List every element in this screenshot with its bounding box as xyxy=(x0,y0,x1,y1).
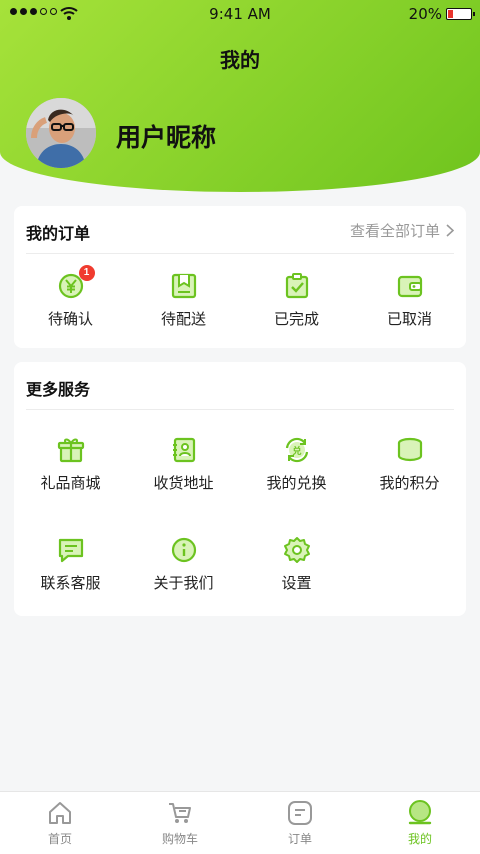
service-label: 关于我们 xyxy=(153,574,214,592)
my-orders-title: 我的订单 xyxy=(26,220,91,246)
status-bar: 9:41 AM 20% xyxy=(0,0,480,28)
view-all-orders-link[interactable]: 查看全部订单 xyxy=(350,220,454,241)
service-label: 我的兑换 xyxy=(266,474,327,492)
page-title: 我的 xyxy=(220,48,260,72)
yen-coin-icon: 1 xyxy=(57,265,95,300)
wallet-icon xyxy=(396,272,424,300)
order-list-icon xyxy=(287,800,313,826)
my-orders-card: 我的订单 查看全部订单 1 待确认 待配送 已完成 已取消 xyxy=(14,206,466,348)
tab-cart[interactable]: 购物车 xyxy=(120,800,240,847)
battery-percent: 20% xyxy=(408,5,442,23)
settings-gear-icon xyxy=(283,536,311,564)
pending-count-badge: 1 xyxy=(78,265,95,281)
my-orders-header: 我的订单 查看全部订单 xyxy=(26,206,454,254)
order-status-label: 待配送 xyxy=(160,310,206,328)
service-about-us[interactable]: 关于我们 xyxy=(127,536,240,593)
exchange-icon: 兑 xyxy=(283,436,311,464)
tab-label: 首页 xyxy=(47,832,72,846)
service-contact-support[interactable]: 联系客服 xyxy=(14,536,127,593)
tab-home[interactable]: 首页 xyxy=(0,800,120,847)
service-shipping-address[interactable]: 收货地址 xyxy=(127,436,240,493)
more-services-header: 更多服务 xyxy=(26,362,454,410)
chat-icon xyxy=(57,536,85,564)
service-settings[interactable]: 设置 xyxy=(240,536,353,593)
avatar[interactable] xyxy=(26,98,96,168)
service-label: 我的积分 xyxy=(379,474,440,492)
battery-indicator: 20% xyxy=(408,5,475,23)
tab-profile[interactable]: 我的 xyxy=(360,800,480,847)
battery-icon xyxy=(446,8,475,20)
service-gift-mall[interactable]: 礼品商城 xyxy=(14,436,127,493)
home-icon xyxy=(47,800,73,826)
tab-label: 购物车 xyxy=(161,832,198,846)
service-my-exchange[interactable]: 兑 我的兑换 xyxy=(240,436,353,493)
more-services-card: 更多服务 礼品商城 收货地址 兑 我的兑换 我的积分 联系客服 关于我们 设置 xyxy=(14,362,466,616)
address-book-icon xyxy=(170,436,198,464)
profile-icon xyxy=(407,800,433,826)
bottom-tab-bar: 首页 购物车 订单 我的 xyxy=(0,791,480,854)
order-cancelled[interactable]: 已取消 xyxy=(353,272,466,329)
service-label: 设置 xyxy=(281,574,312,592)
order-completed[interactable]: 已完成 xyxy=(240,272,353,329)
service-label: 收货地址 xyxy=(153,474,214,492)
order-pending-delivery[interactable]: 待配送 xyxy=(127,272,240,329)
more-services-title: 更多服务 xyxy=(26,376,91,402)
svg-text:兑: 兑 xyxy=(292,445,301,457)
service-label: 联系客服 xyxy=(40,574,101,592)
gift-icon xyxy=(57,436,85,464)
tab-orders[interactable]: 订单 xyxy=(240,800,360,847)
view-all-orders-label: 查看全部订单 xyxy=(349,222,440,240)
delivery-box-icon xyxy=(170,272,198,300)
service-my-points[interactable]: 我的积分 xyxy=(353,436,466,493)
cart-icon xyxy=(167,800,193,826)
order-pending-confirm[interactable]: 1 待确认 xyxy=(14,265,127,329)
order-status-label: 已取消 xyxy=(386,310,432,328)
tab-label: 订单 xyxy=(287,832,312,846)
info-icon xyxy=(170,536,198,564)
service-label: 礼品商城 xyxy=(40,474,101,492)
chevron-right-icon xyxy=(446,224,454,237)
tab-label: 我的 xyxy=(407,832,432,846)
order-status-label: 已完成 xyxy=(273,310,319,328)
coins-icon xyxy=(396,436,424,464)
user-nickname[interactable]: 用户昵称 xyxy=(116,118,216,154)
avatar-photo xyxy=(26,98,96,168)
clipboard-check-icon xyxy=(283,272,311,300)
order-status-label: 待确认 xyxy=(47,310,93,328)
